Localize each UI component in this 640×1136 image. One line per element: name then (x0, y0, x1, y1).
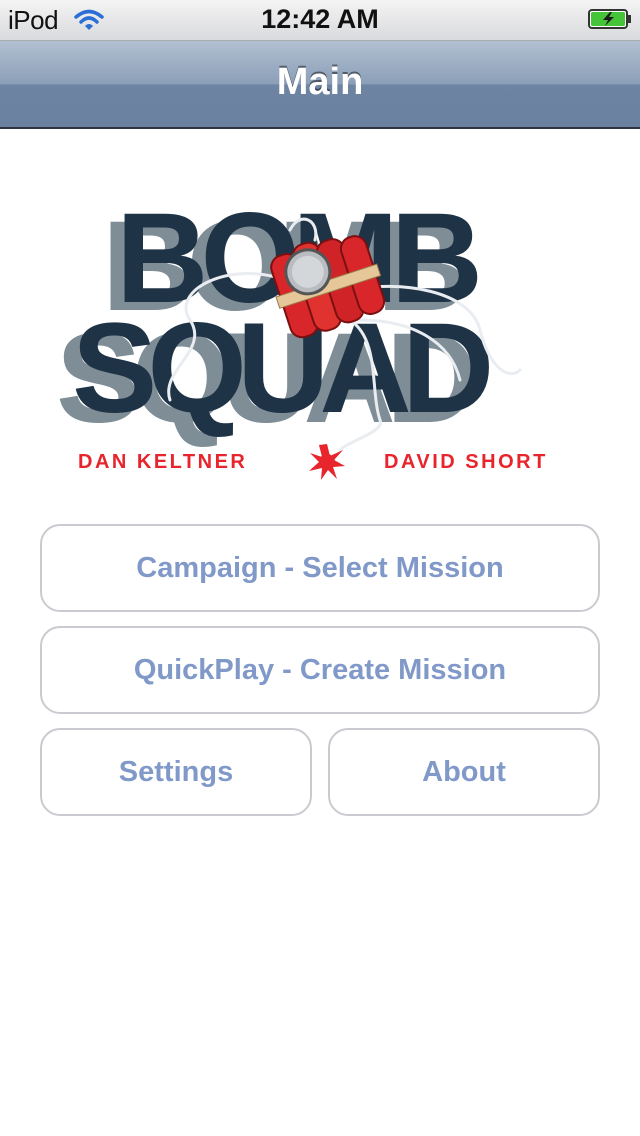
bomb-squad-logo: BOMB SQUAD BOMB SQUAD DAN KELTNER DAVID … (56, 187, 548, 480)
settings-button-label: Settings (118, 755, 234, 788)
campaign-button-label: Campaign - Select Mission (136, 551, 504, 584)
status-bar: iPod 12:42 AM (0, 0, 640, 41)
credit-left: DAN KELTNER (78, 451, 247, 473)
quickplay-create-mission-button[interactable]: QuickPlay - Create Mission (40, 626, 600, 714)
navigation-bar: Main (0, 41, 640, 129)
status-time: 12:42 AM (261, 4, 379, 34)
logo-title-line2: SQUAD (72, 297, 490, 440)
page-title: Main (276, 61, 364, 103)
battery-charging-icon (588, 9, 631, 29)
settings-button[interactable]: Settings (40, 728, 312, 816)
about-button-label: About (422, 755, 506, 788)
about-button[interactable]: About (328, 728, 600, 816)
campaign-select-mission-button[interactable]: Campaign - Select Mission (40, 524, 600, 612)
quickplay-button-label: QuickPlay - Create Mission (133, 653, 507, 686)
credit-right: DAVID SHORT (384, 451, 548, 473)
